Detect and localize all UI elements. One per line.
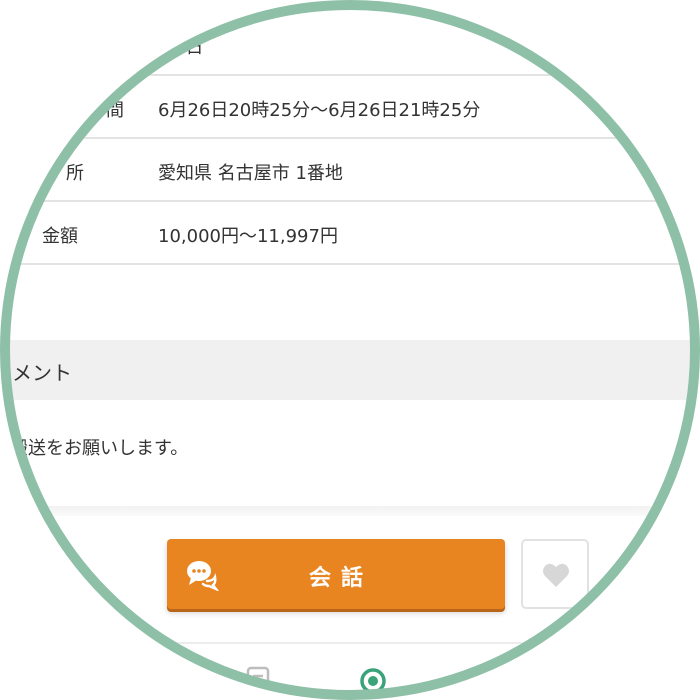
comment-section-header: コメント xyxy=(0,340,700,400)
chat-tab-icon[interactable] xyxy=(358,664,388,694)
detail-panel: 7日 間 6月26日20時25分〜6月26日21時25分 所 愛知県 名古屋市 … xyxy=(0,0,700,700)
chat-button[interactable]: 会話 xyxy=(167,539,505,609)
detail-row-value: 6月26日20時25分〜6月26日21時25分 xyxy=(158,100,481,121)
detail-row-value: 10,000円〜11,997円 xyxy=(158,226,338,247)
detail-row-date: 7日 xyxy=(0,10,700,76)
tab-bar-divider xyxy=(0,642,700,644)
screen: 7日 間 6月26日20時25分〜6月26日21時25分 所 愛知県 名古屋市 … xyxy=(0,0,700,700)
chat-button-label: 会話 xyxy=(308,566,373,591)
detail-row-label: 所 xyxy=(66,163,84,184)
footer-divider xyxy=(0,506,700,516)
detail-row-value: 7日 xyxy=(174,37,204,58)
favorite-button[interactable] xyxy=(521,539,589,609)
detail-row-time: 間 6月26日20時25分〜6月26日21時25分 xyxy=(0,76,700,139)
detail-row-location: 所 愛知県 名古屋市 1番地 xyxy=(0,139,700,202)
heart-icon xyxy=(543,563,569,587)
detail-row-label: 間 xyxy=(106,100,124,121)
detail-row-value: 愛知県 名古屋市 1番地 xyxy=(158,163,343,184)
detail-row-price: 金額 10,000円〜11,997円 xyxy=(0,202,700,265)
document-tab-icon[interactable] xyxy=(246,664,272,694)
comment-section-title: コメント xyxy=(0,361,72,385)
detail-row-label: 金額 xyxy=(42,226,78,247)
comment-text: に搬送をお願いします。 xyxy=(0,438,189,459)
